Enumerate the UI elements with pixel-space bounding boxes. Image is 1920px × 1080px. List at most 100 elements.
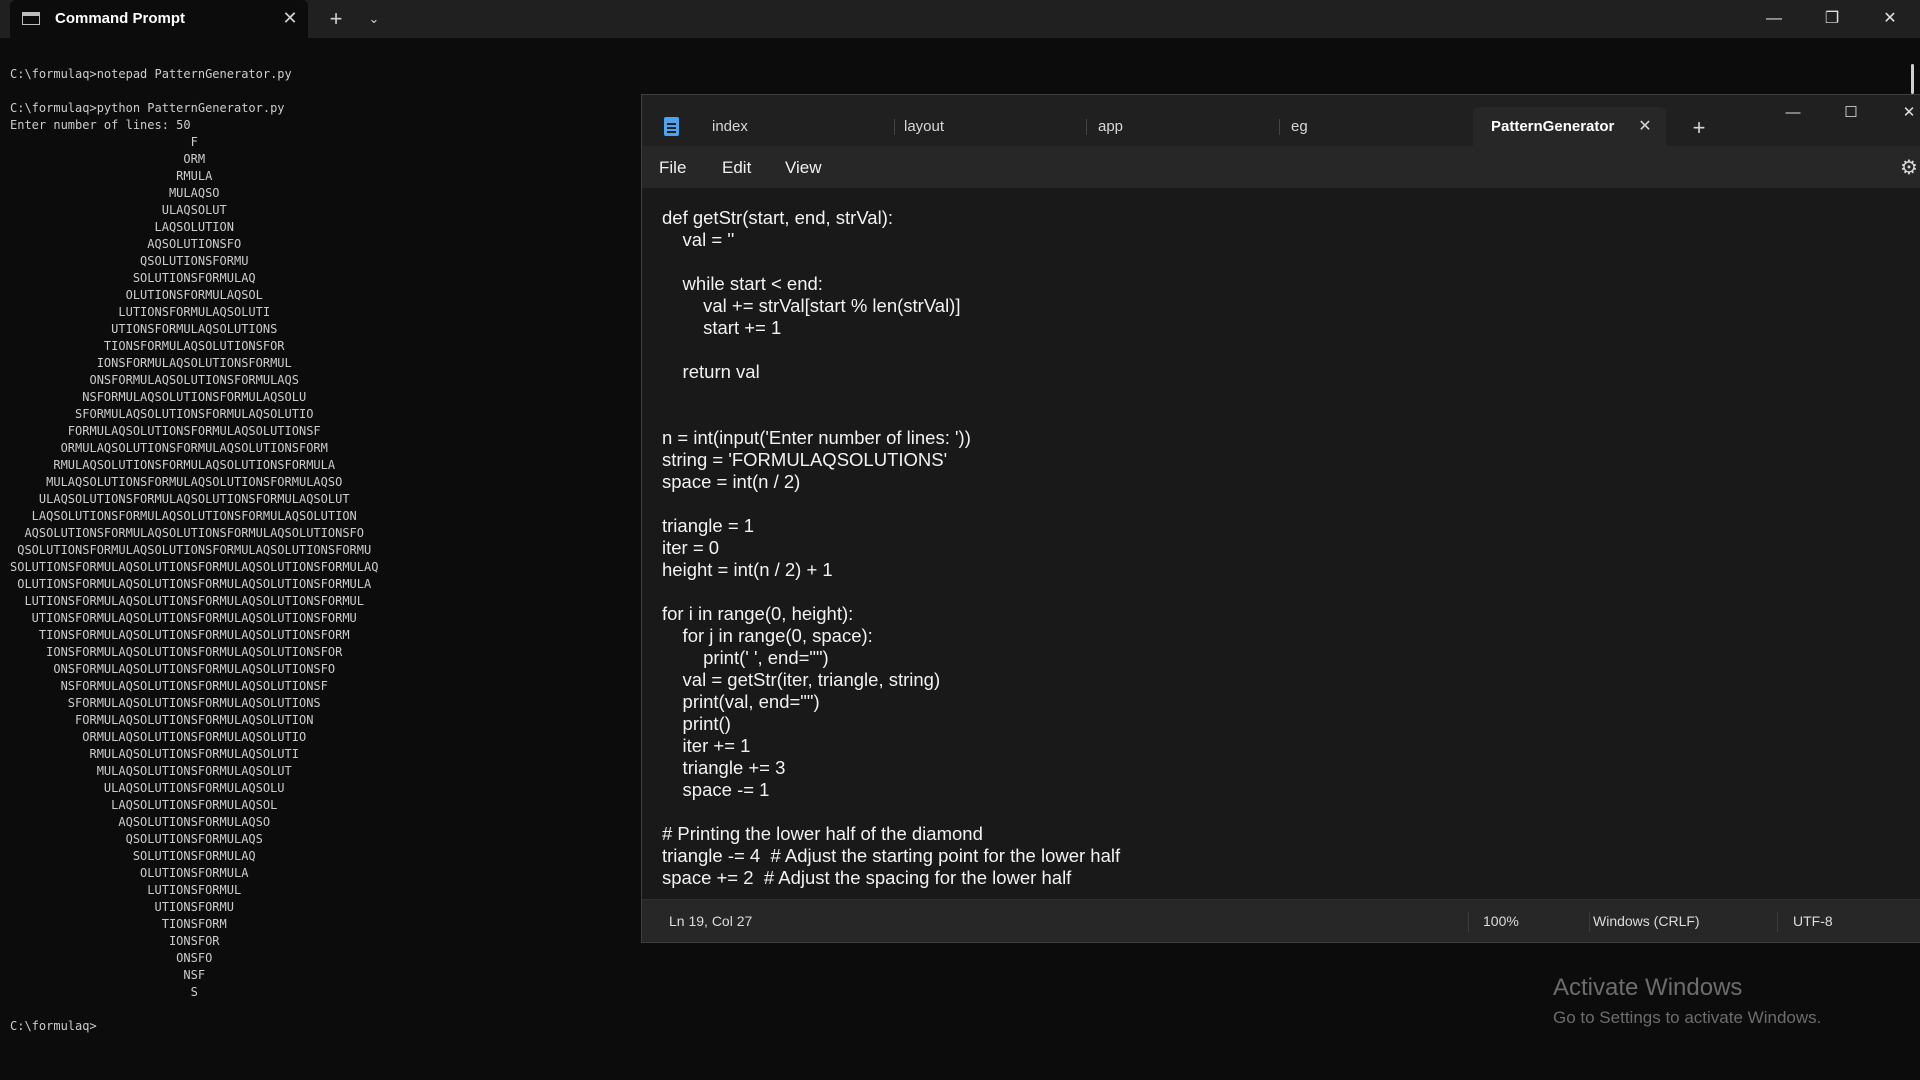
close-icon[interactable]: ✕ [1862,0,1918,38]
terminal-line: AQSOLUTIONSFORMULAQSOLUTIONSFORMULAQSOLU… [10,526,365,540]
tab-index[interactable]: index [712,107,892,146]
code-line: string = 'FORMULAQSOLUTIONS' [662,449,948,470]
minimize-icon[interactable]: — [1746,0,1802,38]
code-line: print() [662,713,731,734]
notepad-window: index layout app eg PatternGenerator ✕ +… [641,94,1920,943]
code-line: print(val, end="") [662,691,820,712]
tab-divider [894,119,895,135]
terminal-line: ONSFORMULAQSOLUTIONSFORMULAQS [10,373,299,387]
line-ending[interactable]: Windows (CRLF) [1593,900,1700,942]
terminal-line: NSFORMULAQSOLUTIONSFORMULAQSOLU [10,390,307,404]
terminal-line: UTIONSFORMULAQSOLUTIONSFORMULAQSOLUTIONS… [10,611,357,625]
menu-edit[interactable]: Edit [722,154,751,182]
code-line: val = getStr(iter, triangle, string) [662,669,941,690]
tab-label: eg [1291,118,1308,135]
encoding[interactable]: UTF-8 [1793,900,1833,942]
code-line: iter += 1 [662,735,751,756]
tab-patterngenerator[interactable]: PatternGenerator ✕ [1473,107,1666,146]
terminal-line: ULAQSOLUTIONSFORMULAQSOLUTIONSFORMULAQSO… [10,492,350,506]
code-line: n = int(input('Enter number of lines: ')… [662,427,971,448]
close-icon[interactable]: ✕ [1884,95,1920,131]
terminal-output[interactable]: C:\formulaq>notepad PatternGenerator.py … [10,66,650,1066]
code-line: triangle = 1 [662,515,755,536]
terminal-line: F [10,135,198,149]
code-line: start += 1 [662,317,782,338]
tab-eg[interactable]: eg [1291,107,1461,146]
code-line: space += 2 # Adjust the spacing for the … [662,867,1072,888]
chevron-down-icon[interactable]: ⌄ [360,6,388,32]
terminal-line: TIONSFORMULAQSOLUTIONSFOR [10,339,285,353]
terminal-line: C:\formulaq>python PatternGenerator.py [10,101,285,115]
terminal-line: LAQSOLUTIONSFORMULAQSOL [10,798,278,812]
restore-icon[interactable]: ❐ [1804,0,1860,38]
terminal-line: LUTIONSFORMUL [10,883,242,897]
terminal-line: RMULAQSOLUTIONSFORMULAQSOLUTI [10,747,299,761]
terminal-tab-title: Command Prompt [55,10,186,27]
tab-layout[interactable]: layout [904,107,1084,146]
gear-icon[interactable]: ⚙ [1900,156,1920,180]
terminal-line: AQSOLUTIONSFORMULAQSO [10,815,271,829]
terminal-line: SFORMULAQSOLUTIONSFORMULAQSOLUTIO [10,407,314,421]
status-divider [1589,912,1590,932]
zoom-level[interactable]: 100% [1483,900,1519,942]
terminal-line: QSOLUTIONSFORMULAQS [10,832,263,846]
terminal-tab[interactable]: Command Prompt ✕ [10,0,308,38]
plus-icon[interactable]: + [1684,113,1714,143]
terminal-line: QSOLUTIONSFORMU [10,254,249,268]
terminal-line: Enter number of lines: 50 [10,118,191,132]
terminal-line: UTIONSFORMU [10,900,234,914]
terminal-line: LAQSOLUTIONSFORMULAQSOLUTIONSFORMULAQSOL… [10,509,357,523]
status-divider [1468,912,1469,932]
code-content[interactable]: def getStr(start, end, strVal): val = ''… [662,207,1120,889]
terminal-line: ORM [10,152,206,166]
close-icon[interactable]: ✕ [278,6,302,30]
tab-divider [1086,119,1087,135]
code-line: return val [662,361,760,382]
minimize-icon[interactable]: — [1768,95,1818,131]
code-line: print(' ', end="") [662,647,829,668]
code-line: space -= 1 [662,779,770,800]
code-line: space = int(n / 2) [662,471,801,492]
code-line: triangle -= 4 # Adjust the starting poin… [662,845,1121,866]
code-line: # Printing the lower half of the diamond [662,823,983,844]
tab-label: layout [904,118,945,135]
terminal-line: ONSFORMULAQSOLUTIONSFORMULAQSOLUTIONSFO [10,662,336,676]
close-icon[interactable]: ✕ [1633,115,1657,139]
terminal-line: RMULA [10,169,213,183]
terminal-line: OLUTIONSFORMULA [10,866,249,880]
tab-app[interactable]: app [1098,107,1278,146]
terminal-line: LUTIONSFORMULAQSOLUTI [10,305,271,319]
terminal-line: C:\formulaq> [10,1019,97,1033]
terminal-line: SFORMULAQSOLUTIONSFORMULAQSOLUTIONS [10,696,321,710]
maximize-icon[interactable]: ☐ [1826,95,1876,131]
plus-icon[interactable]: + [322,6,350,32]
terminal-line: NSF [10,968,206,982]
terminal-titlebar: Command Prompt ✕ + ⌄ — ❐ ✕ [0,0,1920,38]
code-line: while start < end: [662,273,823,294]
activate-windows-subtitle: Go to Settings to activate Windows. [1553,1008,1822,1027]
terminal-line: AQSOLUTIONSFO [10,237,242,251]
status-bar: Ln 19, Col 27 100% Windows (CRLF) UTF-8 [642,899,1920,942]
terminal-line: OLUTIONSFORMULAQSOL [10,288,263,302]
menu-view[interactable]: View [785,154,822,182]
terminal-line: MULAQSOLUTIONSFORMULAQSOLUTIONSFORMULAQS… [10,475,343,489]
terminal-line: ONSFO [10,951,213,965]
terminal-line: SOLUTIONSFORMULAQ [10,271,256,285]
menu-file[interactable]: File [659,154,686,182]
terminal-line: ORMULAQSOLUTIONSFORMULAQSOLUTIONSFORM [10,441,328,455]
tab-label: index [712,118,748,135]
terminal-line: TIONSFORMULAQSOLUTIONSFORMULAQSOLUTIONSF… [10,628,350,642]
terminal-line: LAQSOLUTION [10,220,234,234]
terminal-scrollbar[interactable] [1911,64,1914,94]
terminal-line: ULAQSOLUT [10,203,227,217]
code-line: val = '' [662,229,735,250]
terminal-line: RMULAQSOLUTIONSFORMULAQSOLUTIONSFORMULA [10,458,336,472]
code-line: height = int(n / 2) + 1 [662,559,833,580]
menu-bar: File Edit View ⚙ [642,146,1920,188]
